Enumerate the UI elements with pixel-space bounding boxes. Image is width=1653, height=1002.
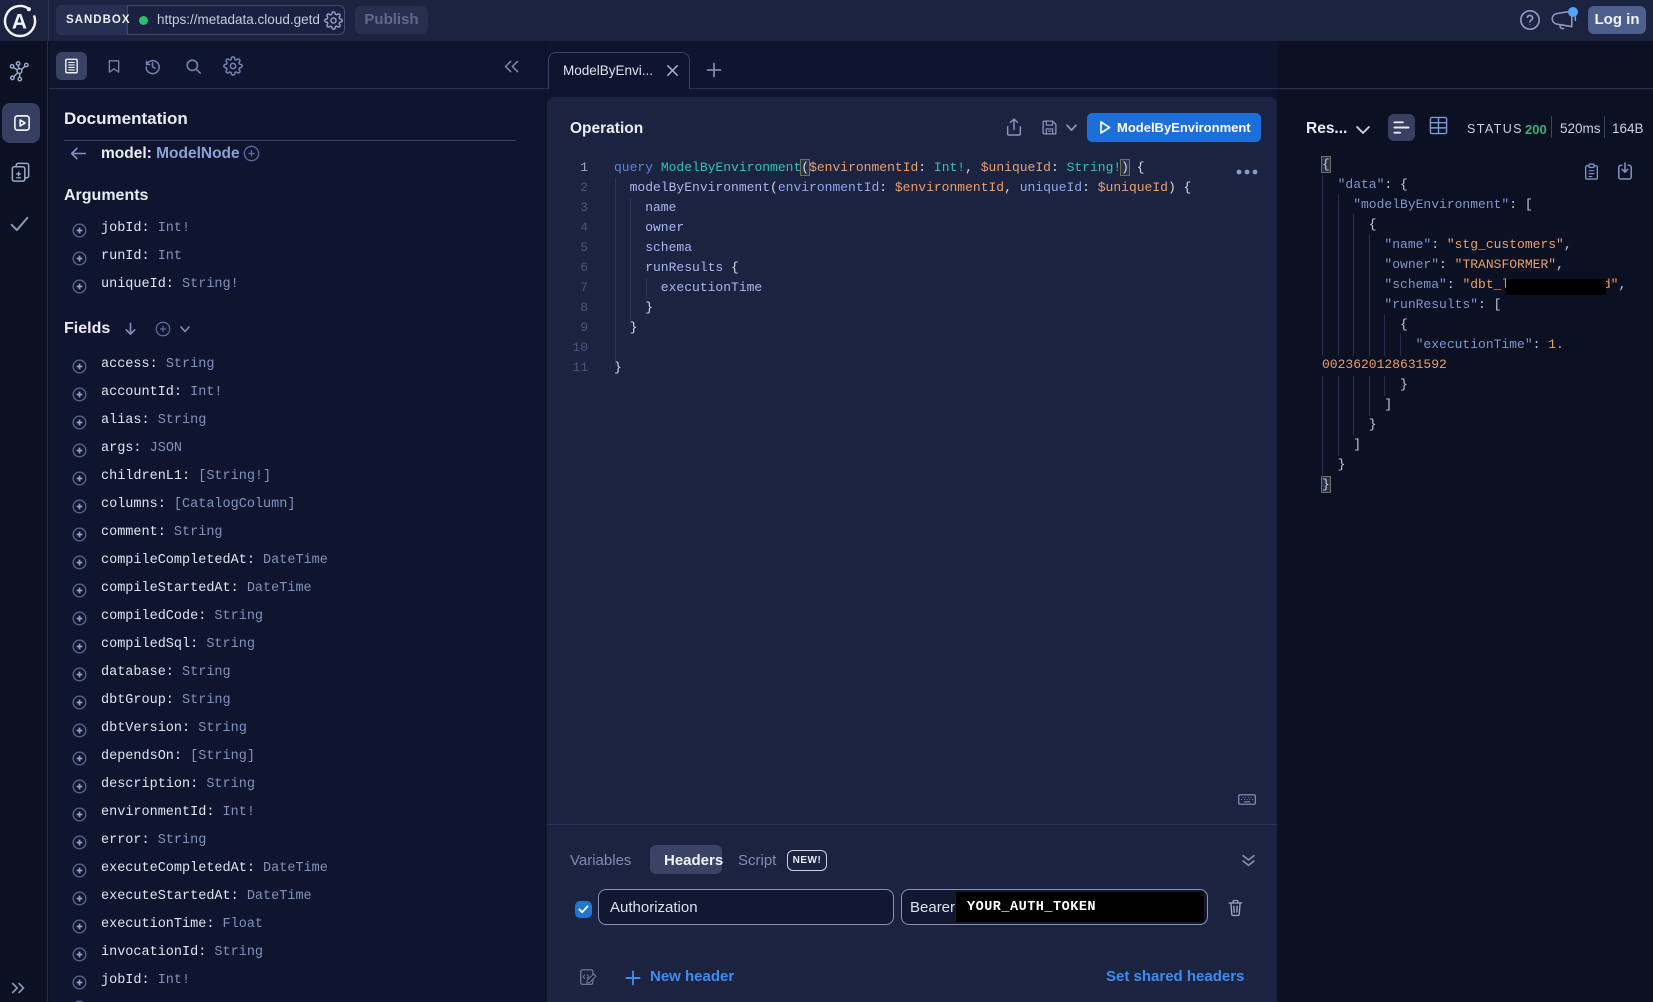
svg-text:A: A (12, 11, 27, 34)
